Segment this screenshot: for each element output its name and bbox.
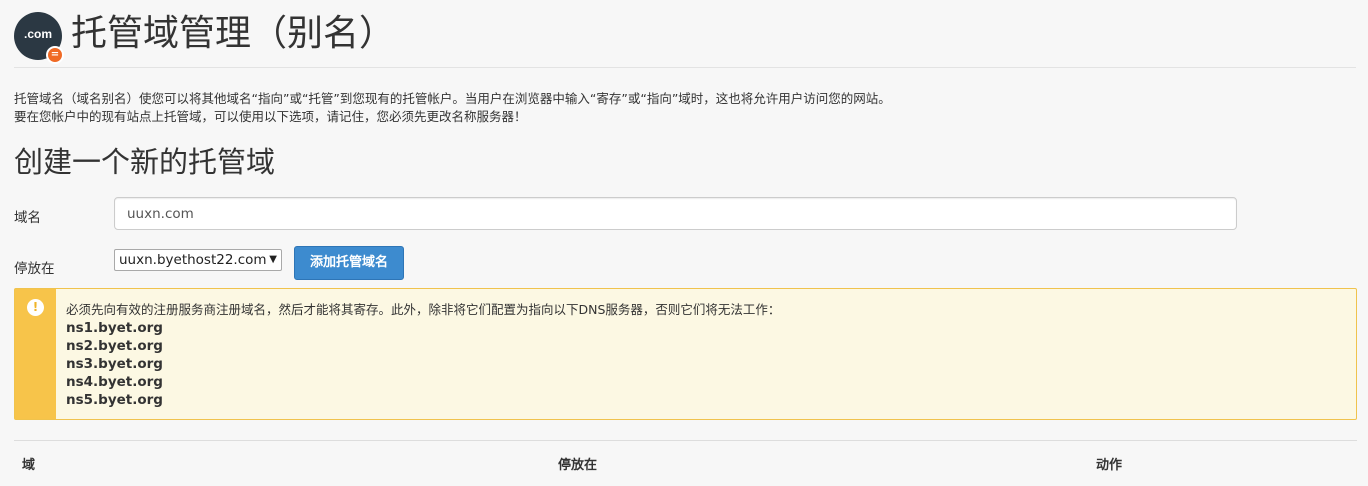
add-parked-domain-button[interactable]: 添加托管域名 xyxy=(294,246,404,280)
logo-text: .com xyxy=(23,27,52,41)
park-on-label: 停放在 xyxy=(14,261,55,277)
alert-accent-bar: ! xyxy=(15,289,56,419)
domain-label: 域名 xyxy=(14,210,41,226)
create-section-title: 创建一个新的托管域 xyxy=(14,145,276,179)
column-header-actions: 动作 xyxy=(1096,458,1123,473)
nameserver-list: ns1.byet.org ns2.byet.org ns3.byet.org n… xyxy=(66,319,1346,409)
alert-body: 必须先向有效的注册服务商注册域名，然后才能将其寄存。此外，除非将它们配置为指向以… xyxy=(66,301,1346,409)
page-header: .com = 托管域管理（别名） xyxy=(14,8,1356,68)
parked-domains-table-header: 域 停放在 动作 xyxy=(14,440,1357,486)
park-on-select[interactable]: uuxn.byethost22.com ▼ xyxy=(114,249,282,271)
page-description: 托管域名（域名别名）使您可以将其他域名“指向”或“托管”到您现有的托管帐户。当用… xyxy=(14,90,1354,126)
nameserver-item: ns4.byet.org xyxy=(66,374,163,390)
exclamation-icon: ! xyxy=(27,299,44,316)
domain-input[interactable] xyxy=(114,197,1237,230)
nameserver-warning-alert: ! 必须先向有效的注册服务商注册域名，然后才能将其寄存。此外，除非将它们配置为指… xyxy=(14,288,1357,420)
nameserver-item: ns1.byet.org xyxy=(66,320,163,336)
page: .com = 托管域管理（别名） 托管域名（域名别名）使您可以将其他域名“指向”… xyxy=(0,0,1368,486)
alert-message: 必须先向有效的注册服务商注册域名，然后才能将其寄存。此外，除非将它们配置为指向以… xyxy=(66,302,781,317)
page-title: 托管域管理（别名） xyxy=(71,13,396,54)
logo-badge: = xyxy=(46,46,64,64)
description-line-2: 要在您帐户中的现有站点上托管域，可以使用以下选项，请记住，您必须先更改名称服务器… xyxy=(14,109,527,124)
nameserver-item: ns2.byet.org xyxy=(66,338,163,354)
description-line-1: 托管域名（域名别名）使您可以将其他域名“指向”或“托管”到您现有的托管帐户。当用… xyxy=(14,91,891,106)
column-header-parked-on: 停放在 xyxy=(558,458,598,473)
nameserver-item: ns3.byet.org xyxy=(66,356,163,372)
park-on-selected-value: uuxn.byethost22.com xyxy=(119,252,267,268)
column-header-domain: 域 xyxy=(22,458,36,473)
dropdown-arrow-icon: ▼ xyxy=(269,254,277,265)
nameserver-item: ns5.byet.org xyxy=(66,392,163,408)
dotcom-logo-icon: .com = xyxy=(14,12,64,64)
